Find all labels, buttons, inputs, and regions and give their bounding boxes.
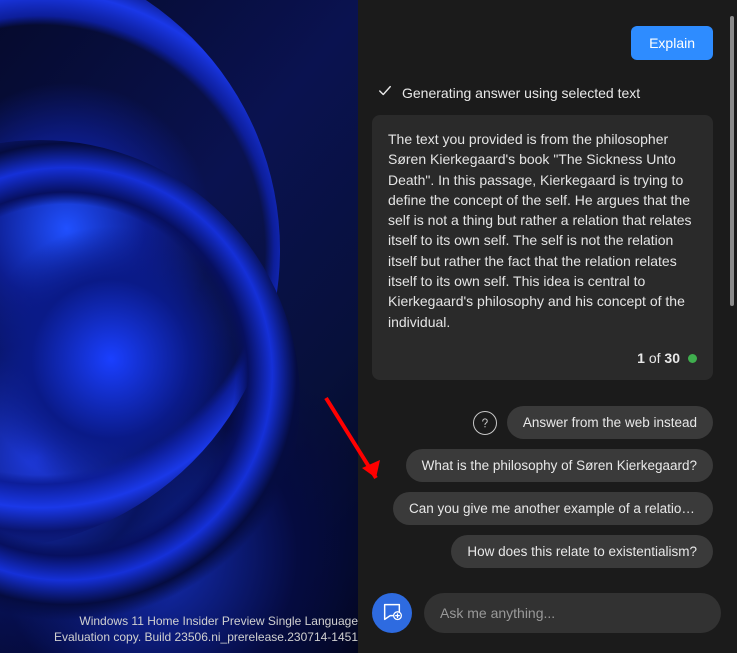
answer-card: The text you provided is from the philos… <box>372 115 713 380</box>
suggestion-web-answer[interactable]: Answer from the web instead <box>507 406 713 439</box>
answer-body: The text you provided is from the philos… <box>388 129 697 332</box>
copilot-panel: Explain Generating answer using selected… <box>358 0 737 653</box>
status-row: Generating answer using selected text <box>378 84 713 101</box>
new-topic-button[interactable] <box>372 593 412 633</box>
suggestion-chip[interactable]: How does this relate to existentialism? <box>451 535 713 568</box>
suggestion-list: Answer from the web instead What is the … <box>372 406 713 568</box>
suggestion-chip[interactable]: Can you give me another example of a rel… <box>393 492 713 525</box>
chat-bubble-plus-icon <box>381 601 403 626</box>
scrollbar-thumb[interactable] <box>730 16 734 306</box>
composer <box>372 593 721 633</box>
status-text: Generating answer using selected text <box>402 85 640 101</box>
windows-watermark: Windows 11 Home Insider Preview Single L… <box>54 613 358 645</box>
pager-total: 30 <box>664 350 680 366</box>
ask-input[interactable] <box>440 605 705 621</box>
question-icon <box>473 411 497 435</box>
answer-pager[interactable]: 1 of 30 <box>388 348 697 368</box>
suggestion-chip[interactable]: What is the philosophy of Søren Kierkega… <box>406 449 713 482</box>
watermark-line: Windows 11 Home Insider Preview Single L… <box>54 613 358 629</box>
check-icon <box>378 84 392 101</box>
status-dot-icon <box>688 354 697 363</box>
chat-content: Explain Generating answer using selected… <box>358 0 721 653</box>
pager-of: of <box>645 350 664 366</box>
user-message-explain[interactable]: Explain <box>631 26 713 60</box>
ask-input-wrap[interactable] <box>424 593 721 633</box>
desktop-wallpaper: Windows 11 Home Insider Preview Single L… <box>0 0 370 653</box>
pager-current: 1 <box>637 350 645 366</box>
watermark-line: Evaluation copy. Build 23506.ni_prerelea… <box>54 629 358 645</box>
